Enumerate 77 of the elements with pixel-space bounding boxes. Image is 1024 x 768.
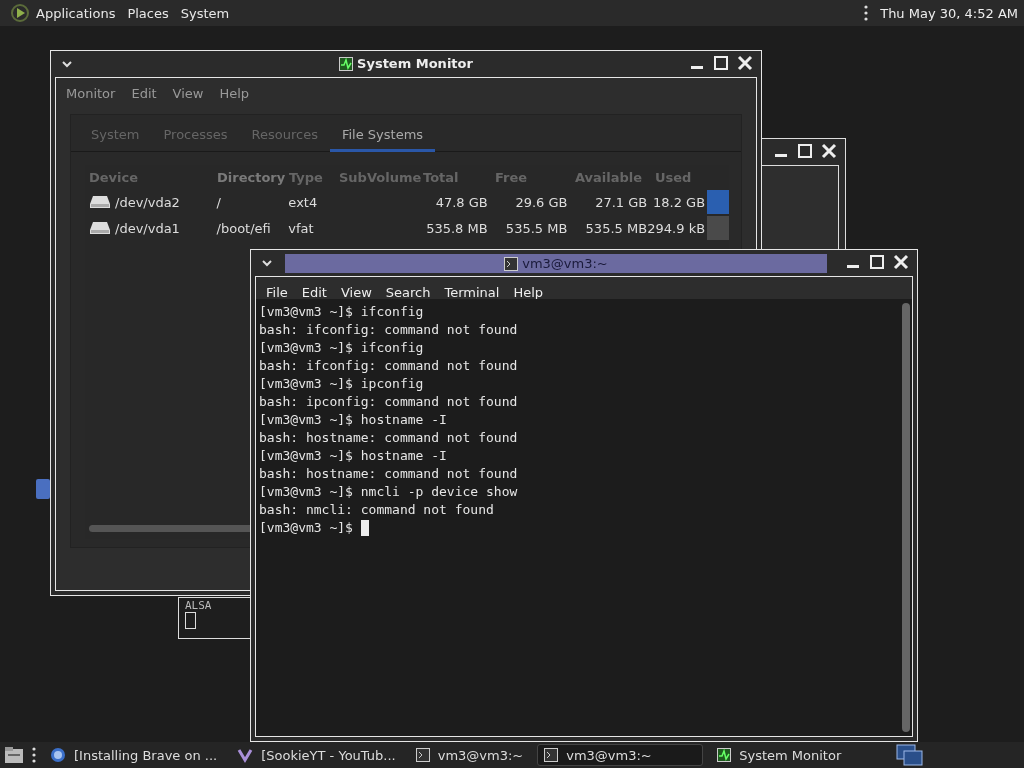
close-icon[interactable] (821, 143, 837, 159)
menu-item[interactable]: Search (385, 284, 431, 300)
title-bar[interactable]: vm3@vm3:~ (285, 254, 827, 273)
terminal-line: bash: ipconfig: command not found (259, 393, 519, 411)
menu-item[interactable]: Edit (131, 85, 157, 101)
taskbar-button[interactable]: [Installing Brave on ... (44, 744, 224, 766)
table-cell: 47.8 GB (435, 194, 488, 210)
terminal-line: [vm3@vm3 ~]$ hostname -I (259, 447, 448, 465)
globe-icon (50, 747, 66, 763)
maximize-icon[interactable] (797, 143, 813, 159)
terminal-icon (415, 748, 430, 762)
taskbar-button[interactable]: System Monitor (711, 744, 848, 766)
workspace-icon[interactable] (896, 744, 924, 766)
monitor-icon (717, 748, 732, 762)
panel-menu[interactable]: Applications (36, 5, 116, 21)
menu-item[interactable]: View (172, 85, 204, 101)
table-cell: /dev/vda2 (115, 194, 180, 210)
terminal-icon (544, 748, 559, 762)
table-cell: 27.1 GB (595, 194, 648, 210)
taskbar-button[interactable]: [SookieYT - YouTub... (231, 744, 402, 766)
table-cell: ext4 (288, 194, 318, 210)
terminal-icon (504, 256, 519, 271)
maximize-icon[interactable] (869, 254, 885, 270)
terminal-line: bash: ifconfig: command not found (259, 321, 519, 339)
terminal-line: bash: ifconfig: command not found (259, 357, 519, 375)
terminal-line: [vm3@vm3 ~]$ (259, 519, 354, 537)
taskbar-button[interactable]: vm3@vm3:~ (409, 744, 530, 766)
terminal-line: bash: hostname: command not found (259, 465, 519, 483)
tab[interactable]: File Systems (329, 118, 436, 152)
text-cursor (360, 520, 369, 536)
table-cell: vfat (288, 220, 314, 236)
table-cell: 535.5 MB (585, 220, 648, 236)
menu-item[interactable]: Monitor (66, 85, 116, 101)
menu-item[interactable]: Terminal (444, 284, 500, 300)
terminal-line: bash: nmcli: command not found (259, 501, 495, 519)
drive-icon (89, 195, 111, 209)
drive-icon (89, 221, 111, 235)
panel-menu[interactable]: Places (127, 5, 169, 21)
more-icon[interactable] (32, 747, 36, 763)
column-header[interactable]: Directory (217, 169, 289, 185)
window-title: vm3@vm3:~ (522, 256, 608, 271)
terminal-line: [vm3@vm3 ~]$ ipconfig (259, 375, 425, 393)
terminal-text: ALSA (185, 600, 213, 612)
table-cell: 18.2 GB (653, 194, 706, 210)
menu-item[interactable]: File (266, 284, 288, 300)
table-cell: /dev/vda1 (115, 220, 180, 236)
table-cell: 535.8 MB (426, 220, 488, 236)
more-icon[interactable] (864, 5, 869, 21)
terminal-line: bash: hostname: command not found (259, 429, 519, 447)
maximize-icon[interactable] (713, 55, 729, 71)
close-icon[interactable] (893, 254, 909, 270)
menu-item[interactable]: Edit (301, 284, 327, 300)
taskbar-button[interactable]: vm3@vm3:~ (537, 744, 704, 766)
close-icon[interactable] (737, 55, 753, 71)
terminal-line: [vm3@vm3 ~]$ ifconfig (259, 339, 425, 357)
app-icon (237, 747, 254, 763)
folder-icon[interactable] (4, 746, 24, 764)
table-cell: / (216, 194, 221, 210)
menu-item[interactable]: Help (219, 85, 250, 101)
panel-menu[interactable]: System (180, 5, 230, 21)
table-cell: 29.6 GB (515, 194, 568, 210)
table-cell: /boot/efi (216, 220, 271, 236)
terminal-line: [vm3@vm3 ~]$ hostname -I (259, 411, 448, 429)
table-cell: 535.5 MB (505, 220, 568, 236)
monitor-icon (339, 56, 354, 71)
chevron-icon[interactable] (61, 59, 73, 69)
logo-icon[interactable] (10, 3, 30, 23)
table-cell: 294.9 kB (647, 220, 706, 236)
menu-item[interactable]: Help (513, 284, 544, 300)
terminal-line: [vm3@vm3 ~]$ nmcli -p device show (259, 483, 519, 501)
clock[interactable]: Thu May 30, 4:52 AM (880, 5, 1018, 21)
menu-item[interactable]: View (340, 284, 372, 300)
terminal-line: [vm3@vm3 ~]$ ifconfig (259, 303, 425, 321)
text-cursor (185, 612, 196, 629)
scrollbar[interactable] (902, 303, 910, 732)
window-title: System Monitor (357, 56, 473, 71)
chevron-icon[interactable] (261, 258, 273, 268)
